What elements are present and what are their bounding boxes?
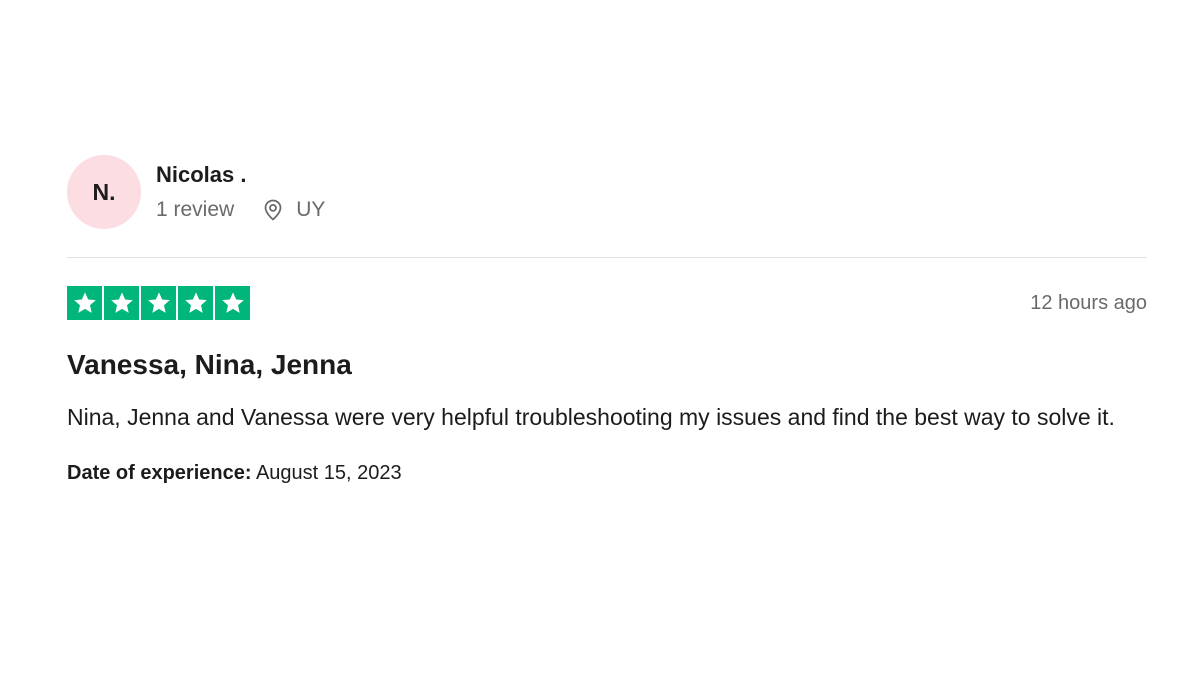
map-pin-icon <box>262 198 284 222</box>
review-title-link[interactable]: Vanessa, Nina, Jenna <box>67 348 1147 382</box>
experience-date: August 15, 2023 <box>255 462 402 484</box>
star-icon <box>73 292 96 313</box>
star-5 <box>215 286 250 320</box>
review-body: Nina, Jenna and Vanessa were very helpfu… <box>67 404 1115 430</box>
star-icon <box>110 292 133 313</box>
star-4 <box>178 286 213 320</box>
star-icon <box>147 292 170 313</box>
divider <box>67 257 1147 258</box>
star-3 <box>141 286 176 320</box>
review-card: N. Nicolas . 1 review UY 12 hours ago Va… <box>67 153 1147 485</box>
star-1 <box>67 286 102 320</box>
reviewer-location: UY <box>262 198 325 222</box>
location-code: UY <box>296 198 326 221</box>
review-timestamp: 12 hours ago <box>1030 291 1147 314</box>
reviewer-header: N. Nicolas . 1 review UY <box>67 153 1147 231</box>
review-count[interactable]: 1 review <box>156 198 234 222</box>
date-of-experience: Date of experience: August 15, 2023 <box>67 461 1147 485</box>
reviewer-name-link[interactable]: Nicolas . <box>156 162 325 188</box>
star-icon <box>221 292 244 313</box>
reviewer-info: Nicolas . 1 review UY <box>156 162 325 222</box>
rating-row: 12 hours ago <box>67 286 1147 320</box>
star-icon <box>184 292 207 313</box>
experience-label: Date of experience: <box>67 462 252 484</box>
star-2 <box>104 286 139 320</box>
star-rating <box>67 286 250 320</box>
avatar[interactable]: N. <box>67 155 141 229</box>
reviewer-meta: 1 review UY <box>156 198 325 222</box>
